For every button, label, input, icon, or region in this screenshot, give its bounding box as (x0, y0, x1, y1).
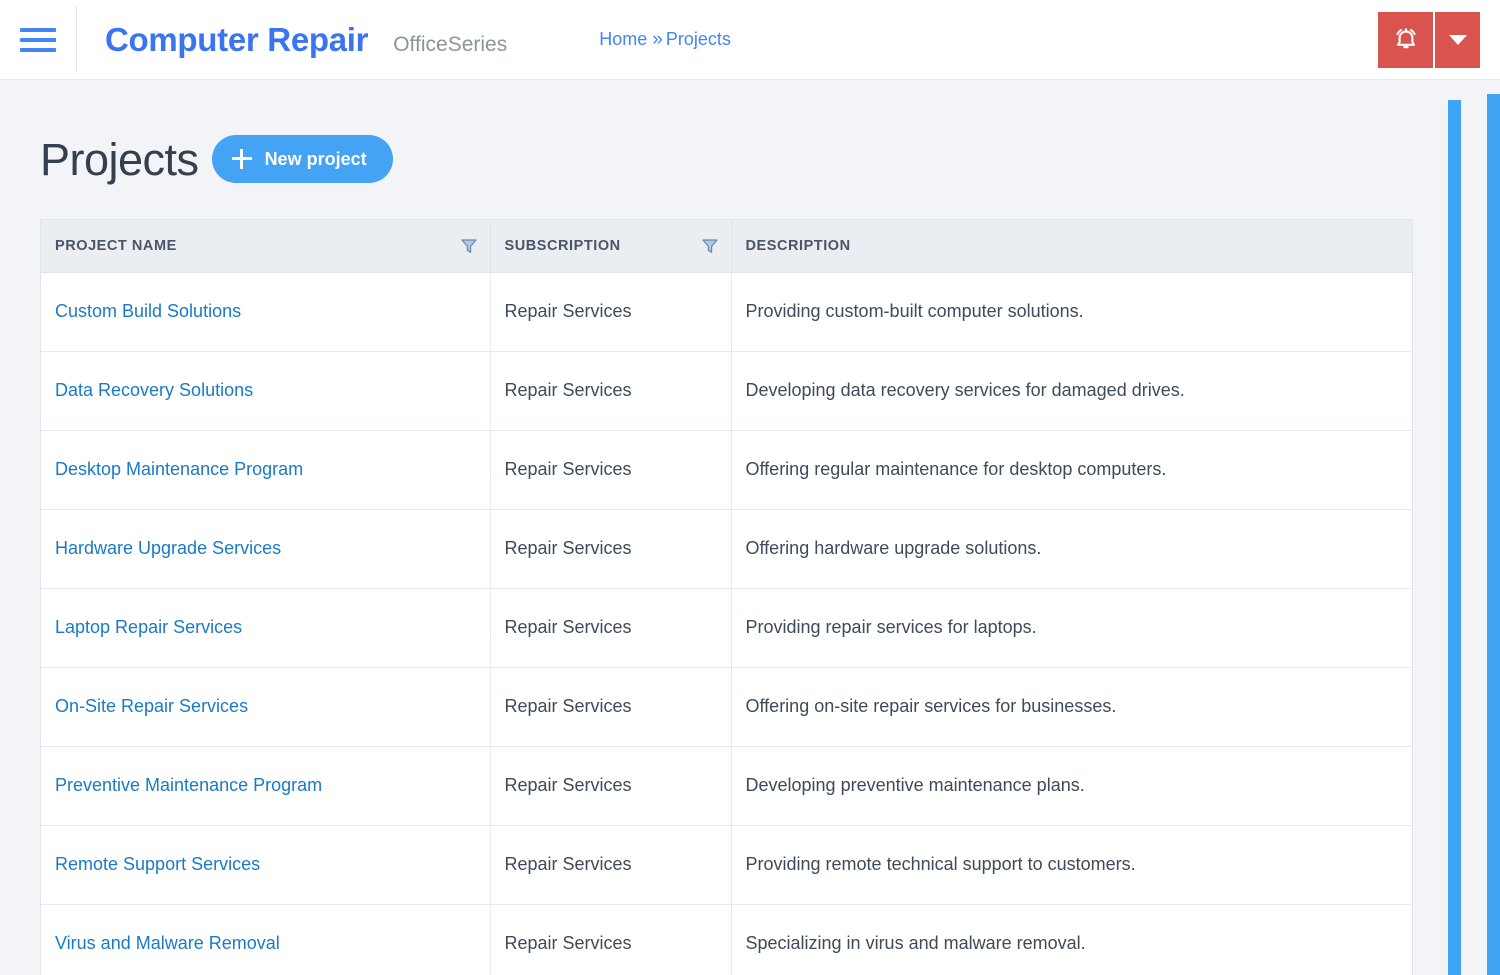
cell-description: Developing data recovery services for da… (731, 351, 1412, 431)
brand-subtitle: OfficeSeries (393, 33, 508, 56)
header-divider (76, 6, 77, 73)
cell-description: Offering hardware upgrade solutions. (731, 509, 1412, 589)
hamburger-line (20, 27, 56, 32)
brand-title: Computer Repair (105, 21, 369, 58)
projects-table: PROJECT NAME SUBSCRIPTION DESCRIPTION Cu… (41, 220, 1412, 975)
project-name-link[interactable]: Preventive Maintenance Program (55, 775, 322, 795)
project-name-link[interactable]: Remote Support Services (55, 854, 260, 874)
cell-description: Specializing in virus and malware remova… (731, 904, 1412, 975)
cell-subscription: Repair Services (490, 746, 732, 826)
table-head: PROJECT NAME SUBSCRIPTION DESCRIPTION (41, 220, 1412, 273)
table-row: Data Recovery Solutions Repair Services De… (41, 351, 1412, 431)
column-header-label: PROJECT NAME (55, 237, 177, 254)
column-header-label: SUBSCRIPTION (504, 237, 621, 254)
notifications-button[interactable] (1378, 12, 1433, 68)
breadcrumb-separator: » (652, 29, 663, 50)
project-name-link[interactable]: Custom Build Solutions (55, 301, 241, 321)
cell-description: Providing remote technical support to cu… (731, 825, 1412, 905)
hamburger-icon[interactable] (0, 0, 76, 80)
project-name-link[interactable]: Laptop Repair Services (55, 617, 242, 637)
project-name-link[interactable]: On-Site Repair Services (55, 696, 248, 716)
table-row: Laptop Repair Services Repair Services Pro… (41, 588, 1412, 668)
table-row: Custom Build Solutions Repair Services Pro… (41, 272, 1412, 352)
hamburger-line (20, 47, 56, 52)
cell-project-name: On-Site Repair Services (41, 667, 491, 747)
table-header-row: PROJECT NAME SUBSCRIPTION DESCRIPTION (41, 220, 1412, 273)
app-header: Computer Repair OfficeSeries Home » Proj… (0, 0, 1500, 80)
cell-project-name: Desktop Maintenance Program (41, 430, 491, 510)
column-header-subscription[interactable]: SUBSCRIPTION (490, 220, 732, 273)
project-name-link[interactable]: Hardware Upgrade Services (55, 538, 281, 558)
cell-subscription: Repair Services (490, 825, 732, 905)
page-title: Projects (40, 133, 199, 185)
brand: Computer Repair OfficeSeries (105, 23, 507, 56)
projects-table-container: PROJECT NAME SUBSCRIPTION DESCRIPTION Cu… (40, 219, 1413, 975)
cell-project-name: Custom Build Solutions (41, 272, 491, 352)
breadcrumb-home-link[interactable]: Home (599, 30, 647, 48)
cell-project-name: Laptop Repair Services (41, 588, 491, 668)
cell-subscription: Repair Services (490, 272, 732, 352)
cell-subscription: Repair Services (490, 904, 732, 975)
breadcrumb: Home » Projects (599, 30, 731, 49)
table-row: Desktop Maintenance Program Repair Servic… (41, 430, 1412, 510)
table-row: Preventive Maintenance Program Repair Ser… (41, 746, 1412, 826)
project-name-link[interactable]: Virus and Malware Removal (55, 933, 280, 953)
cell-project-name: Data Recovery Solutions (41, 351, 491, 431)
hamburger-line (20, 37, 56, 42)
column-header-description[interactable]: DESCRIPTION (731, 220, 1412, 273)
table-body: Custom Build Solutions Repair Services Pro… (41, 272, 1412, 975)
cell-project-name: Virus and Malware Removal (41, 904, 491, 975)
project-name-link[interactable]: Data Recovery Solutions (55, 380, 253, 400)
cell-subscription: Repair Services (490, 509, 732, 589)
table-row: Hardware Upgrade Services Repair Services… (41, 509, 1412, 589)
table-row: Remote Support Services Repair Services Pr… (41, 825, 1412, 905)
bell-icon (1395, 28, 1416, 49)
cell-description: Offering on-site repair services for bus… (731, 667, 1412, 747)
plus-icon (231, 149, 252, 169)
inner-scrollbar-thumb[interactable] (1448, 100, 1461, 975)
cell-project-name: Preventive Maintenance Program (41, 746, 491, 826)
project-name-link[interactable]: Desktop Maintenance Program (55, 459, 303, 479)
filter-icon[interactable] (460, 237, 478, 255)
cell-description: Providing repair services for laptops. (731, 588, 1412, 668)
notifications-dropdown-button[interactable] (1433, 12, 1480, 68)
cell-project-name: Hardware Upgrade Services (41, 509, 491, 589)
table-row: Virus and Malware Removal Repair Services… (41, 904, 1412, 975)
table-row: On-Site Repair Services Repair Services Of… (41, 667, 1412, 747)
cell-subscription: Repair Services (490, 588, 732, 668)
page-header: Projects New project (0, 80, 1500, 183)
cell-subscription: Repair Services (490, 430, 732, 510)
chevron-down-icon (1448, 35, 1467, 45)
cell-subscription: Repair Services (490, 667, 732, 747)
page-content: Projects New project PROJECT NAME SUBSCR… (0, 80, 1500, 975)
header-actions (1378, 12, 1480, 68)
cell-description: Offering regular maintenance for desktop… (731, 430, 1412, 510)
page-scrollbar-thumb[interactable] (1487, 94, 1500, 975)
cell-subscription: Repair Services (490, 351, 732, 431)
column-header-project-name[interactable]: PROJECT NAME (41, 220, 491, 273)
breadcrumb-current-link[interactable]: Projects (666, 30, 731, 48)
cell-project-name: Remote Support Services (41, 825, 491, 905)
cell-description: Providing custom-built computer solution… (731, 272, 1412, 352)
cell-description: Developing preventive maintenance plans. (731, 746, 1412, 826)
column-header-label: DESCRIPTION (745, 237, 851, 254)
new-project-button[interactable]: New project (211, 135, 393, 183)
filter-icon[interactable] (701, 237, 719, 255)
new-project-button-label: New project (264, 148, 367, 169)
